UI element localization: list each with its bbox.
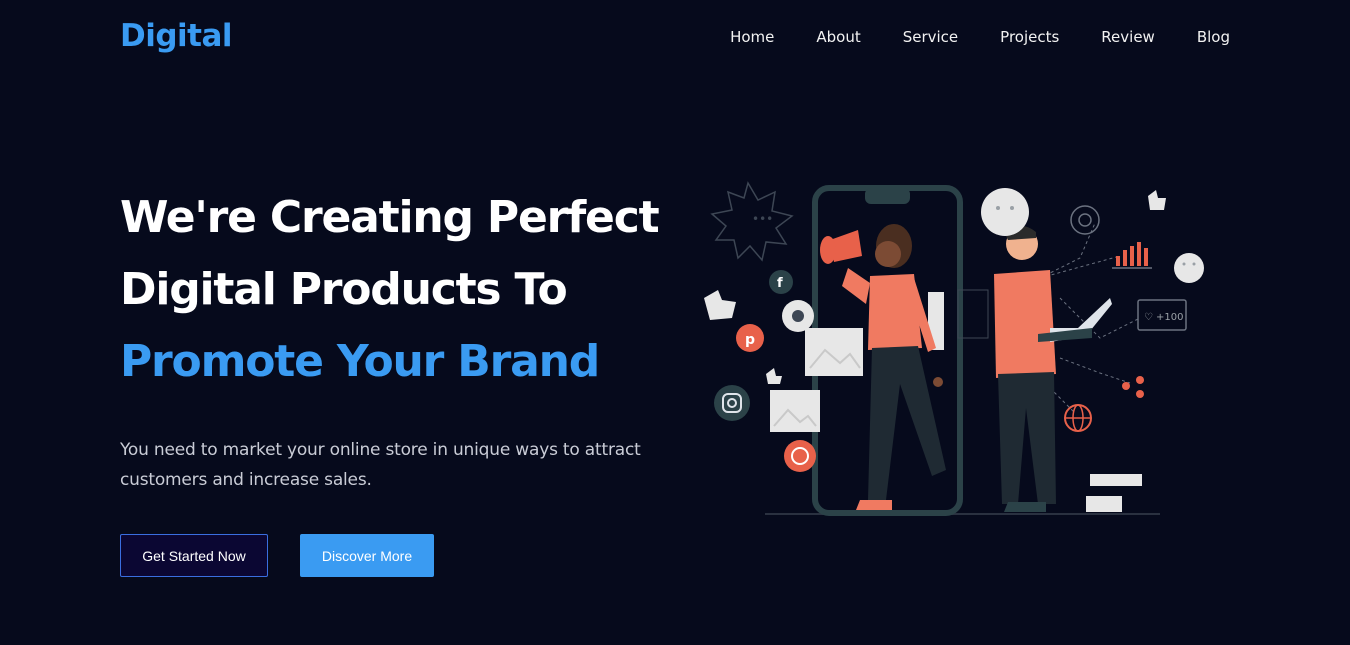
- hero-title-line-3: Promote Your Brand: [120, 336, 600, 387]
- emoji-face-icon: [981, 188, 1029, 236]
- navbar: Digital Home About Service Projects Revi…: [0, 0, 1350, 78]
- svg-text:♡: ♡: [1144, 312, 1153, 323]
- discover-more-button[interactable]: Discover More: [300, 534, 434, 577]
- hero-title-line-1: We're Creating Perfect: [120, 192, 660, 243]
- hero-title-line-2: Digital Products To: [120, 264, 568, 315]
- nav-home[interactable]: Home: [730, 28, 774, 46]
- thumbs-up-icon: [1148, 190, 1166, 210]
- like-badge-count: +100: [1156, 312, 1183, 323]
- hero-subtitle: You need to market your online store in …: [120, 435, 700, 495]
- nav-projects[interactable]: Projects: [1000, 28, 1059, 46]
- image-card-icon: [770, 390, 820, 432]
- man-figure: [994, 225, 1112, 512]
- hero-illustration: ••• ♡ +100 f p: [704, 181, 1204, 516]
- get-started-button[interactable]: Get Started Now: [120, 534, 268, 577]
- instagram-icon: [714, 385, 750, 421]
- thumbs-up-icon: [766, 368, 782, 384]
- nav-blog[interactable]: Blog: [1197, 28, 1230, 46]
- svg-text:p: p: [745, 332, 755, 348]
- nav-about[interactable]: About: [816, 28, 860, 46]
- image-card-icon: [805, 328, 863, 376]
- nav-menu: Home About Service Projects Review Blog: [730, 28, 1230, 46]
- hero-subtitle-line-2: customers and increase sales.: [120, 470, 372, 490]
- target-icon: [1070, 205, 1100, 235]
- smiley-icon: [1174, 253, 1204, 283]
- svg-text:•••: •••: [752, 212, 773, 226]
- whatsapp-icon: [784, 440, 816, 472]
- hero-title: We're Creating Perfect Digital Products …: [120, 182, 660, 398]
- logo[interactable]: Digital: [120, 18, 233, 54]
- nav-review[interactable]: Review: [1101, 28, 1155, 46]
- bar-chart-icon: [1116, 242, 1148, 266]
- nav-service[interactable]: Service: [903, 28, 958, 46]
- svg-text:f: f: [777, 276, 783, 291]
- share-icon: [1122, 376, 1144, 398]
- hero-subtitle-line-1: You need to market your online store in …: [120, 440, 641, 460]
- thumbs-up-icon: [704, 290, 736, 320]
